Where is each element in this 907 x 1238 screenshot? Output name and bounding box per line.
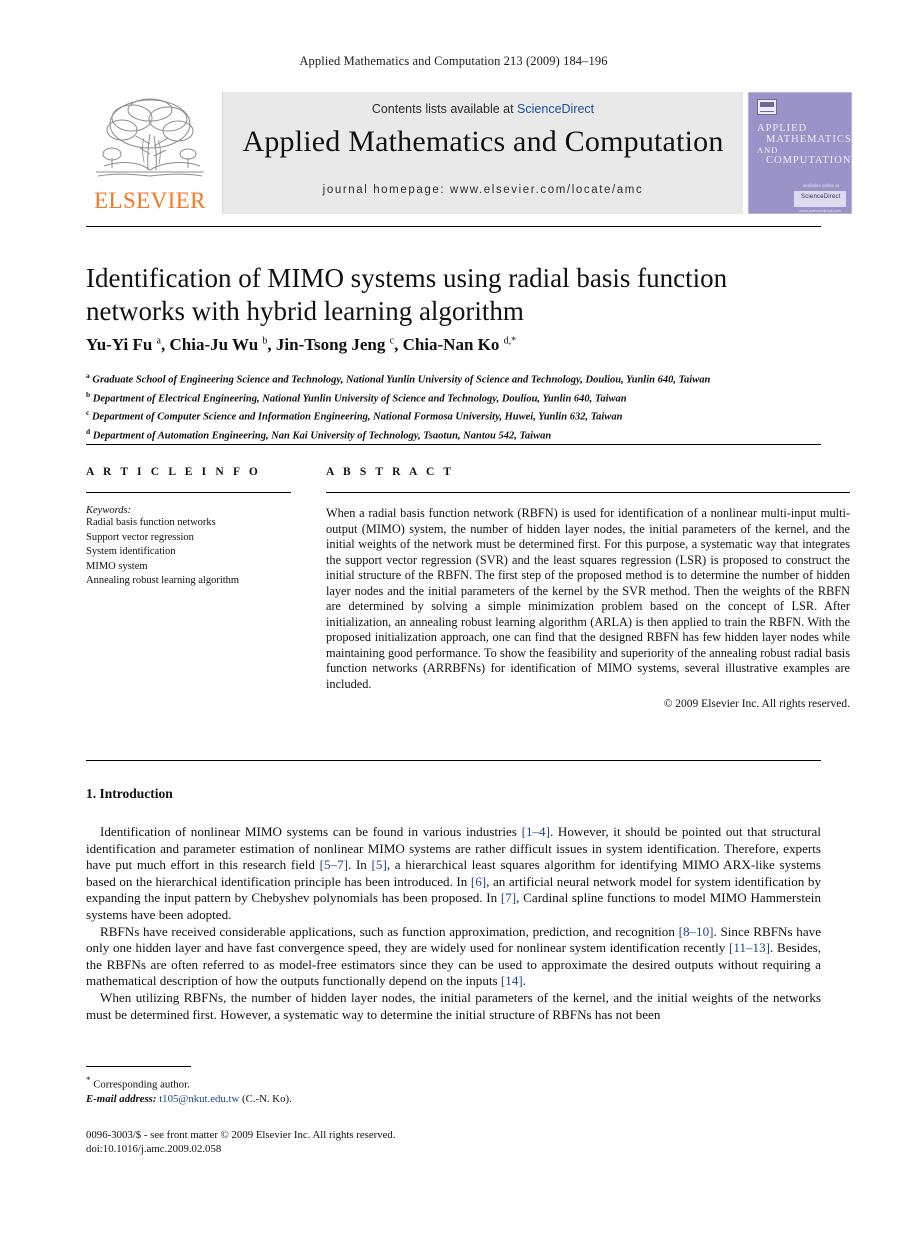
article-info-bottom-rule	[86, 760, 821, 761]
email-owner: (C.-N. Ko).	[242, 1092, 292, 1105]
elsevier-tree-icon	[92, 94, 208, 186]
cover-line-4: COMPUTATION	[766, 155, 852, 166]
cover-line-2: MATHEMATICS	[766, 134, 852, 145]
keyword-item: MIMO system	[86, 560, 148, 572]
masthead-center-panel: Contents lists available at ScienceDirec…	[222, 92, 743, 214]
affiliation-item: a Graduate School of Engineering Science…	[86, 369, 826, 388]
cover-elsevier-icon	[757, 99, 777, 115]
cover-sciencedirect-badge: ScienceDirect	[794, 191, 846, 207]
paragraph: Identification of nonlinear MIMO systems…	[86, 824, 821, 922]
journal-cover-thumbnail: APPLIED MATHEMATICS AND COMPUTATION avai…	[748, 92, 852, 214]
doi-line: doi:10.1016/j.amc.2009.02.058	[86, 1143, 222, 1155]
affiliation-item: d Department of Automation Engineering, …	[86, 425, 826, 444]
affiliation-text: Graduate School of Engineering Science a…	[92, 374, 711, 386]
journal-homepage[interactable]: journal homepage: www.elsevier.com/locat…	[223, 184, 743, 196]
footnote-block: * Corresponding author. E-mail address: …	[86, 1073, 506, 1106]
elsevier-wordmark: ELSEVIER	[94, 188, 206, 213]
article-info-column: A R T I C L E I N F O Keywords: Radial b…	[86, 466, 291, 589]
cover-line-3: AND	[757, 145, 779, 155]
email-label: E-mail address:	[86, 1092, 157, 1105]
affiliation-text: Department of Automation Engineering, Na…	[92, 430, 552, 442]
abstract-column: A B S T R A C T When a radial basis func…	[326, 466, 850, 710]
running-head: Applied Mathematics and Computation 213 …	[299, 54, 608, 68]
keyword-item: Annealing robust learning algorithm	[86, 575, 240, 586]
affiliation-mark: b	[86, 389, 91, 399]
corresponding-author-text: Corresponding author.	[93, 1078, 190, 1091]
affiliation-item: c Department of Computer Science and Inf…	[86, 406, 826, 425]
abstract-copyright: © 2009 Elsevier Inc. All rights reserved…	[663, 698, 850, 710]
affiliation-text: Department of Electrical Engineering, Na…	[92, 393, 627, 405]
sciencedirect-link[interactable]: ScienceDirect	[517, 102, 594, 116]
keyword-item: Support vector regression	[86, 531, 194, 543]
paragraph: RBFNs have received considerable applica…	[86, 923, 822, 989]
keyword-item: System identification	[86, 546, 176, 557]
page-title: Identification of MIMO systems using rad…	[86, 263, 728, 326]
corresponding-author-note: * Corresponding author.	[86, 1073, 506, 1092]
section-heading-introduction: 1. Introduction	[86, 786, 173, 801]
abstract-rule	[326, 492, 850, 493]
affiliation-mark: a	[86, 371, 90, 380]
contents-available-line: Contents lists available at ScienceDirec…	[223, 102, 743, 116]
journal-masthead: ELSEVIER Contents lists available at Sci…	[86, 92, 852, 214]
article-info-rule	[86, 492, 291, 493]
abstract-heading: A B S T R A C T	[326, 466, 455, 478]
keyword-item: Radial basis function networks	[86, 517, 216, 528]
cover-badge-label: ScienceDirect	[801, 194, 841, 200]
affiliation-mark: c	[86, 408, 90, 418]
article-info-heading: A R T I C L E I N F O	[86, 466, 261, 478]
affiliation-list: a Graduate School of Engineering Science…	[86, 369, 826, 444]
affiliation-item: b Department of Electrical Engineering, …	[86, 388, 826, 407]
corresponding-author-mark: *	[86, 1075, 91, 1085]
contents-prefix: Contents lists available at	[371, 102, 518, 116]
cover-badge-sub: www.sciencedirect.com	[799, 208, 841, 213]
introduction-body: Identification of nonlinear MIMO systems…	[86, 824, 821, 1023]
issn-line: 0096-3003/$ - see front matter © 2009 El…	[86, 1129, 396, 1141]
paragraph: When utilizing RBFNs, the number of hidd…	[86, 989, 821, 1022]
email-note: E-mail address: t105@nkut.edu.tw (C.-N. …	[86, 1092, 506, 1106]
keywords-label: Keywords:	[86, 505, 132, 516]
affiliation-mark: d	[86, 427, 91, 437]
journal-title: Applied Mathematics and Computation	[242, 125, 724, 158]
abstract-text: When a radial basis function network (RB…	[326, 506, 850, 691]
footnote-rule	[86, 1066, 191, 1067]
imprint-block: 0096-3003/$ - see front matter © 2009 El…	[86, 1128, 586, 1156]
cover-badge-note: available online at	[802, 183, 840, 188]
author-list: Yu-Yi Fu a, Chia-Ju Wu b, Jin-Tsong Jeng…	[86, 335, 517, 354]
email-address-link[interactable]: t105@nkut.edu.tw	[159, 1093, 239, 1105]
masthead-bottom-rule	[86, 226, 821, 227]
paper-page: Applied Mathematics and Computation 213 …	[0, 0, 907, 1238]
article-info-top-rule	[86, 444, 821, 445]
elsevier-logo: ELSEVIER	[86, 92, 214, 214]
affiliation-text: Department of Computer Science and Infor…	[91, 411, 623, 423]
cover-line-1: APPLIED	[757, 123, 808, 134]
